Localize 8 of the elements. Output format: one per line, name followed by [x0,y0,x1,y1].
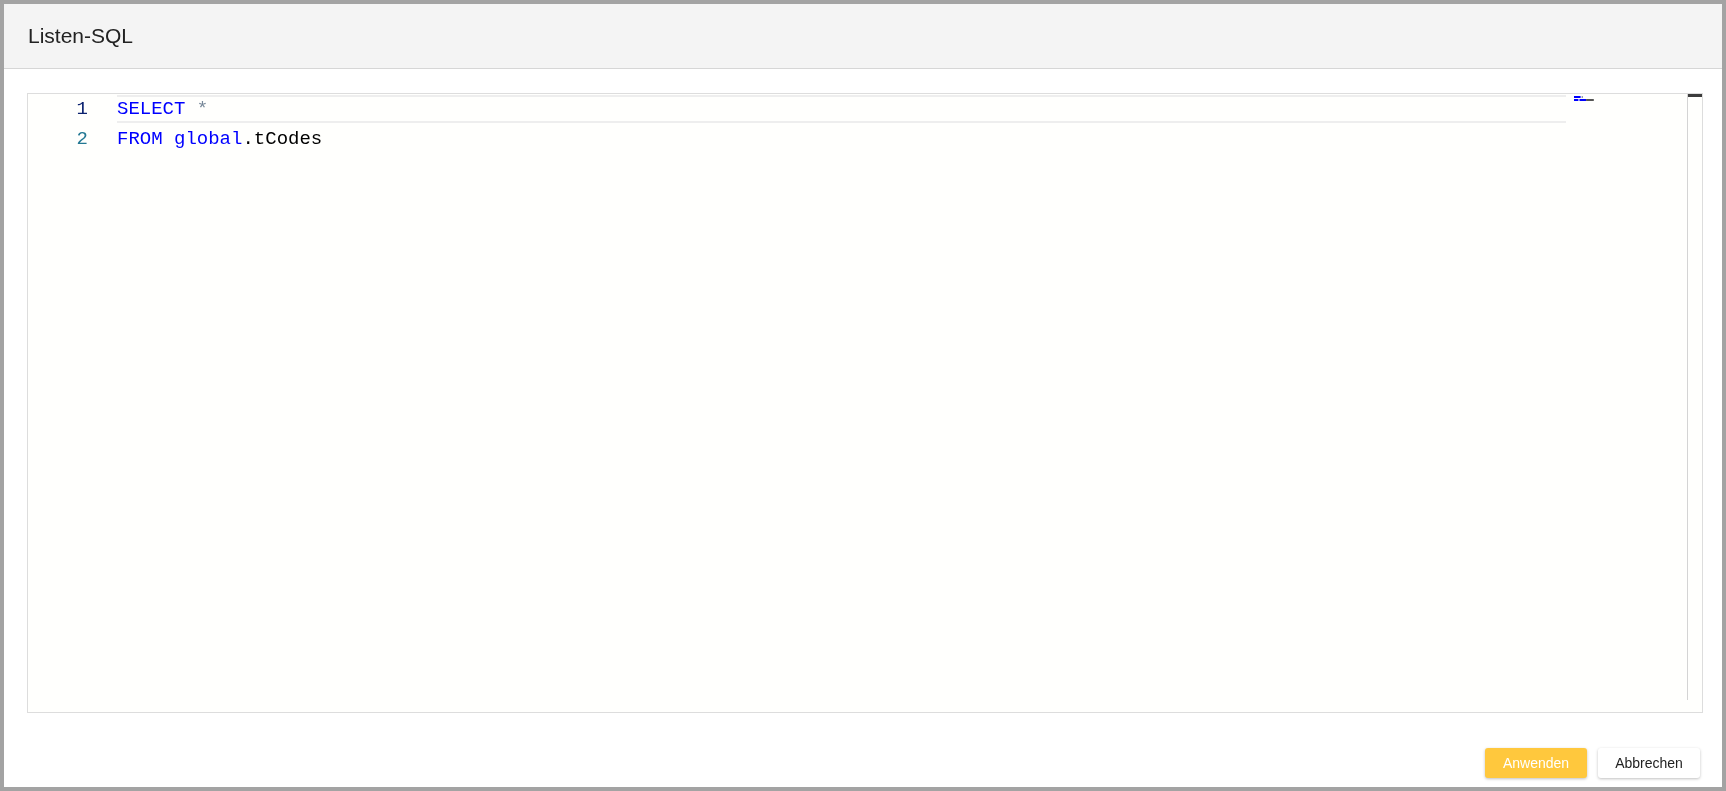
cancel-button[interactable]: Abbrechen [1598,748,1700,778]
code-line: FROM global.tCodes [117,126,324,152]
line-number: 1 [76,97,88,122]
line-number: 2 [76,127,88,152]
code-line: SELECT * [117,95,1566,123]
code-editor[interactable]: 1 2 SELECT * FROM global.tCodes [27,93,1703,713]
ruler-marker [1688,94,1702,97]
dialog-title: Listen-SQL [28,23,134,50]
